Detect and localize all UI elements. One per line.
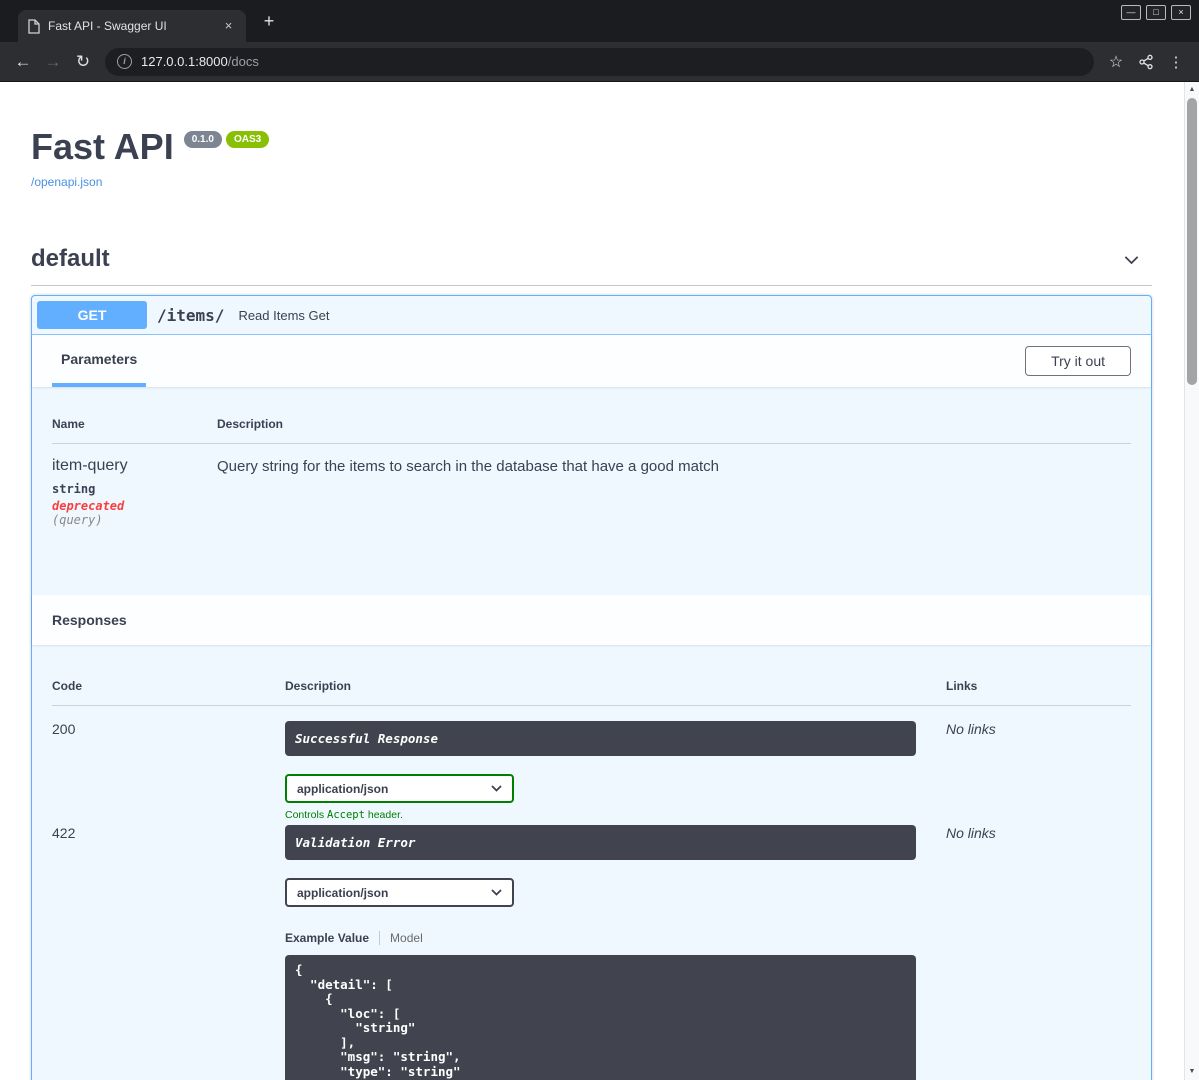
parameters-table-head: Name Description — [52, 407, 1131, 445]
chevron-down-icon — [1121, 249, 1142, 270]
column-header-code: Code — [52, 679, 82, 694]
page-icon — [27, 18, 40, 34]
parameter-location: (query) — [52, 513, 103, 528]
parameters-header: Parameters Try it out — [32, 335, 1151, 388]
url-host: 127.0.0.1:8000 — [141, 54, 228, 69]
vertical-scrollbar[interactable]: ▲ ▼ — [1184, 82, 1199, 1080]
page-viewport: Fast API 0.1.0 OAS3 /openapi.json defaul… — [0, 82, 1199, 1080]
scrollbar-thumb[interactable] — [1187, 98, 1197, 385]
parameters-tab-title: Parameters — [52, 335, 147, 388]
tag-name: default — [31, 245, 110, 273]
opblock-get-items: GET /items/ Read Items Get Parameters Tr… — [31, 295, 1152, 1080]
accept-note-code: Accept — [327, 809, 365, 822]
example-model-tabs: Example Value Model — [285, 931, 946, 946]
openapi-spec-link[interactable]: /openapi.json — [31, 175, 102, 189]
responses-title: Responses — [52, 612, 127, 629]
response-description-cell: Successful Response application/json Con… — [285, 721, 946, 821]
back-icon[interactable]: ← — [8, 47, 38, 77]
badges: 0.1.0 OAS3 — [183, 131, 270, 148]
select-chevron-icon — [491, 785, 502, 793]
select-chevron-icon — [491, 889, 502, 897]
tag-section-default[interactable]: default — [31, 245, 1152, 287]
url-path: /docs — [227, 54, 259, 69]
media-type-value: application/json — [297, 885, 389, 900]
browser-chrome: Fast API - Swagger UI × + — □ × ← → ↻ i … — [0, 0, 1199, 82]
page-content: Fast API 0.1.0 OAS3 /openapi.json defaul… — [0, 82, 1184, 1080]
response-message-box: Validation Error — [285, 825, 916, 861]
column-header-links: Links — [946, 679, 978, 694]
opblock-summary[interactable]: GET /items/ Read Items Get — [32, 296, 1151, 336]
oas-badge: OAS3 — [225, 131, 270, 148]
endpoint-path: /items/ — [157, 305, 225, 325]
parameter-description: Query string for the items to search in … — [217, 458, 719, 476]
window-close-icon[interactable]: × — [1171, 5, 1191, 20]
browser-toolbar: ← → ↻ i 127.0.0.1:8000/docs ☆ ⋮ — [0, 42, 1199, 82]
sites-hub-icon[interactable] — [1131, 47, 1161, 77]
response-message-box: Successful Response — [285, 721, 916, 757]
address-bar[interactable]: i 127.0.0.1:8000/docs — [105, 47, 1094, 76]
tab-model[interactable]: Model — [380, 931, 423, 945]
swagger-ui: Fast API 0.1.0 OAS3 /openapi.json defaul… — [31, 82, 1152, 1080]
responses-table-head: Code Description Links — [52, 665, 1131, 707]
try-it-out-button[interactable]: Try it out — [1025, 346, 1131, 377]
window-maximize-icon[interactable]: □ — [1146, 5, 1166, 20]
parameter-name-cell: item-query string deprecated (query) — [52, 457, 217, 527]
column-header-name: Name — [52, 417, 85, 432]
parameter-deprecated-flag: deprecated — [52, 499, 125, 514]
media-type-value: application/json — [297, 781, 389, 796]
tab-title: Fast API - Swagger UI — [48, 19, 167, 33]
responses-header: Responses — [32, 595, 1151, 646]
response-links: No links — [946, 721, 996, 738]
response-links: No links — [946, 825, 996, 842]
window-controls: — □ × — [1121, 5, 1191, 20]
parameters-table: Name Description item-query string depre… — [32, 387, 1151, 595]
reload-icon[interactable]: ↻ — [68, 47, 98, 77]
kebab-menu-icon[interactable]: ⋮ — [1161, 47, 1191, 77]
responses-table: Code Description Links 200 Successful Re… — [32, 645, 1151, 1080]
response-row-200: 200 Successful Response application/json… — [52, 706, 1131, 821]
parameter-name: item-query — [52, 457, 128, 475]
site-info-icon[interactable]: i — [117, 54, 132, 69]
parameter-type: string — [52, 482, 96, 497]
page-title: Fast API — [31, 126, 174, 167]
url-text: 127.0.0.1:8000/docs — [141, 54, 259, 69]
accept-header-note: Controls Accept header. — [285, 809, 946, 821]
api-info: Fast API 0.1.0 OAS3 /openapi.json — [31, 82, 1152, 191]
scroll-up-icon[interactable]: ▲ — [1185, 83, 1199, 97]
example-json-block: { "detail": [ { "loc": [ "string" ], "ms… — [285, 955, 916, 1080]
browser-tab[interactable]: Fast API - Swagger UI × — [18, 10, 246, 42]
parameter-row: item-query string deprecated (query) Que… — [52, 444, 1131, 595]
api-title-row: Fast API 0.1.0 OAS3 — [31, 126, 1152, 167]
tab-close-icon[interactable]: × — [220, 18, 237, 35]
bookmark-star-icon[interactable]: ☆ — [1101, 47, 1131, 77]
response-code: 422 — [52, 825, 76, 842]
version-badge: 0.1.0 — [183, 131, 222, 148]
endpoint-summary: Read Items Get — [238, 307, 330, 323]
accept-note-suffix: header. — [364, 809, 403, 822]
accept-note-prefix: Controls — [285, 809, 328, 822]
tab-example-value[interactable]: Example Value — [285, 931, 381, 946]
response-code: 200 — [52, 721, 76, 738]
forward-icon[interactable]: → — [38, 47, 68, 77]
media-type-select-200[interactable]: application/json — [285, 774, 514, 804]
column-header-description: Description — [285, 679, 352, 694]
response-row-422: 422 Validation Error application/json Ex… — [52, 821, 1131, 1080]
new-tab-button[interactable]: + — [256, 9, 282, 35]
titlebar: Fast API - Swagger UI × + — □ × — [0, 0, 1199, 42]
media-type-select-422[interactable]: application/json — [285, 878, 514, 908]
method-badge-get: GET — [37, 301, 147, 330]
response-description-cell: Validation Error application/json Exampl… — [285, 825, 946, 1080]
column-header-description: Description — [217, 417, 284, 432]
window-minimize-icon[interactable]: — — [1121, 5, 1141, 20]
scroll-down-icon[interactable]: ▼ — [1185, 1065, 1199, 1079]
